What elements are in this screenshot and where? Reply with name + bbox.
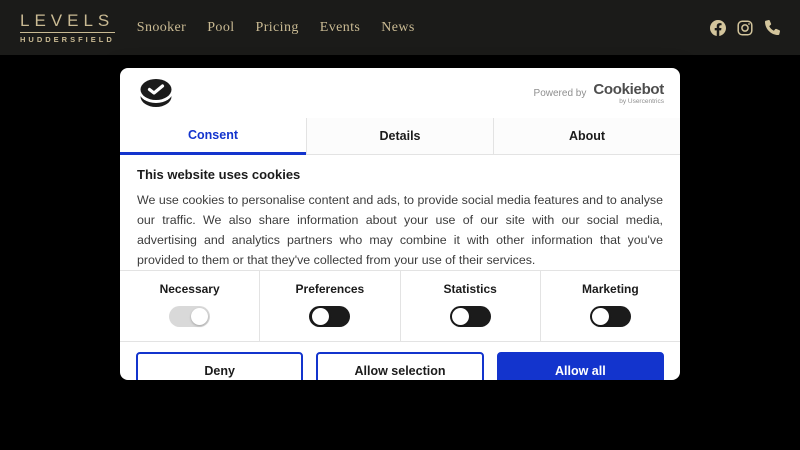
- logo-secondary-text: HUDDERSFIELD: [20, 36, 115, 44]
- toggle-knob: [191, 308, 208, 325]
- cookie-category-toggles: Necessary Preferences Statistics Marketi…: [120, 270, 680, 342]
- phone-icon[interactable]: [764, 20, 780, 36]
- deny-button[interactable]: Deny: [136, 352, 303, 380]
- cookiebot-brand-text: Cookiebot: [593, 82, 664, 97]
- cookie-consent-dialog: Powered by Cookiebot by Usercentrics Con…: [120, 68, 680, 380]
- toggle-label-necessary: Necessary: [160, 282, 220, 296]
- nav-link-pool[interactable]: Pool: [207, 14, 234, 42]
- toggle-label-statistics: Statistics: [443, 282, 496, 296]
- toggle-col-preferences: Preferences: [259, 271, 399, 341]
- toggle-knob: [312, 308, 329, 325]
- instagram-icon[interactable]: [737, 20, 753, 36]
- tab-details[interactable]: Details: [306, 118, 493, 155]
- nav-links: Snooker Pool Pricing Events News: [137, 14, 436, 42]
- toggle-col-marketing: Marketing: [540, 271, 680, 341]
- consent-tab-content: This website uses cookies We use cookies…: [120, 155, 680, 270]
- toggle-label-preferences: Preferences: [296, 282, 365, 296]
- toggle-knob: [592, 308, 609, 325]
- allow-all-button[interactable]: Allow all: [497, 352, 664, 380]
- toggle-label-marketing: Marketing: [582, 282, 639, 296]
- nav-link-pricing[interactable]: Pricing: [256, 14, 299, 42]
- allow-selection-button[interactable]: Allow selection: [316, 352, 483, 380]
- toggle-col-necessary: Necessary: [120, 271, 259, 341]
- marketing-toggle[interactable]: [590, 306, 631, 327]
- powered-by-block[interactable]: Powered by Cookiebot by Usercentrics: [534, 82, 664, 105]
- cookiebot-cookie-check-icon: [136, 77, 176, 109]
- top-navbar: LEVELS HUDDERSFIELD Snooker Pool Pricing…: [0, 0, 800, 55]
- social-links: [710, 20, 780, 36]
- dialog-body-text: We use cookies to personalise content an…: [137, 190, 663, 270]
- tab-about[interactable]: About: [493, 118, 680, 155]
- cookiebot-sub-text: by Usercentrics: [619, 98, 664, 105]
- statistics-toggle[interactable]: [450, 306, 491, 327]
- preferences-toggle[interactable]: [309, 306, 350, 327]
- dialog-heading: This website uses cookies: [137, 167, 663, 182]
- necessary-toggle: [169, 306, 210, 327]
- nav-link-news[interactable]: News: [381, 14, 414, 42]
- toggle-knob: [452, 308, 469, 325]
- levels-logo[interactable]: LEVELS HUDDERSFIELD: [20, 12, 115, 44]
- tab-consent[interactable]: Consent: [120, 118, 306, 155]
- dialog-buttons: Deny Allow selection Allow all: [120, 342, 680, 380]
- powered-by-text: Powered by: [534, 88, 587, 99]
- dialog-header: Powered by Cookiebot by Usercentrics: [120, 68, 680, 118]
- nav-link-events[interactable]: Events: [320, 14, 361, 42]
- cookiebot-wordmark: Cookiebot by Usercentrics: [593, 82, 664, 105]
- toggle-col-statistics: Statistics: [400, 271, 540, 341]
- nav-link-snooker[interactable]: Snooker: [137, 14, 186, 42]
- dialog-tabs: Consent Details About: [120, 118, 680, 155]
- logo-primary-text: LEVELS: [20, 12, 115, 33]
- facebook-icon[interactable]: [710, 20, 726, 36]
